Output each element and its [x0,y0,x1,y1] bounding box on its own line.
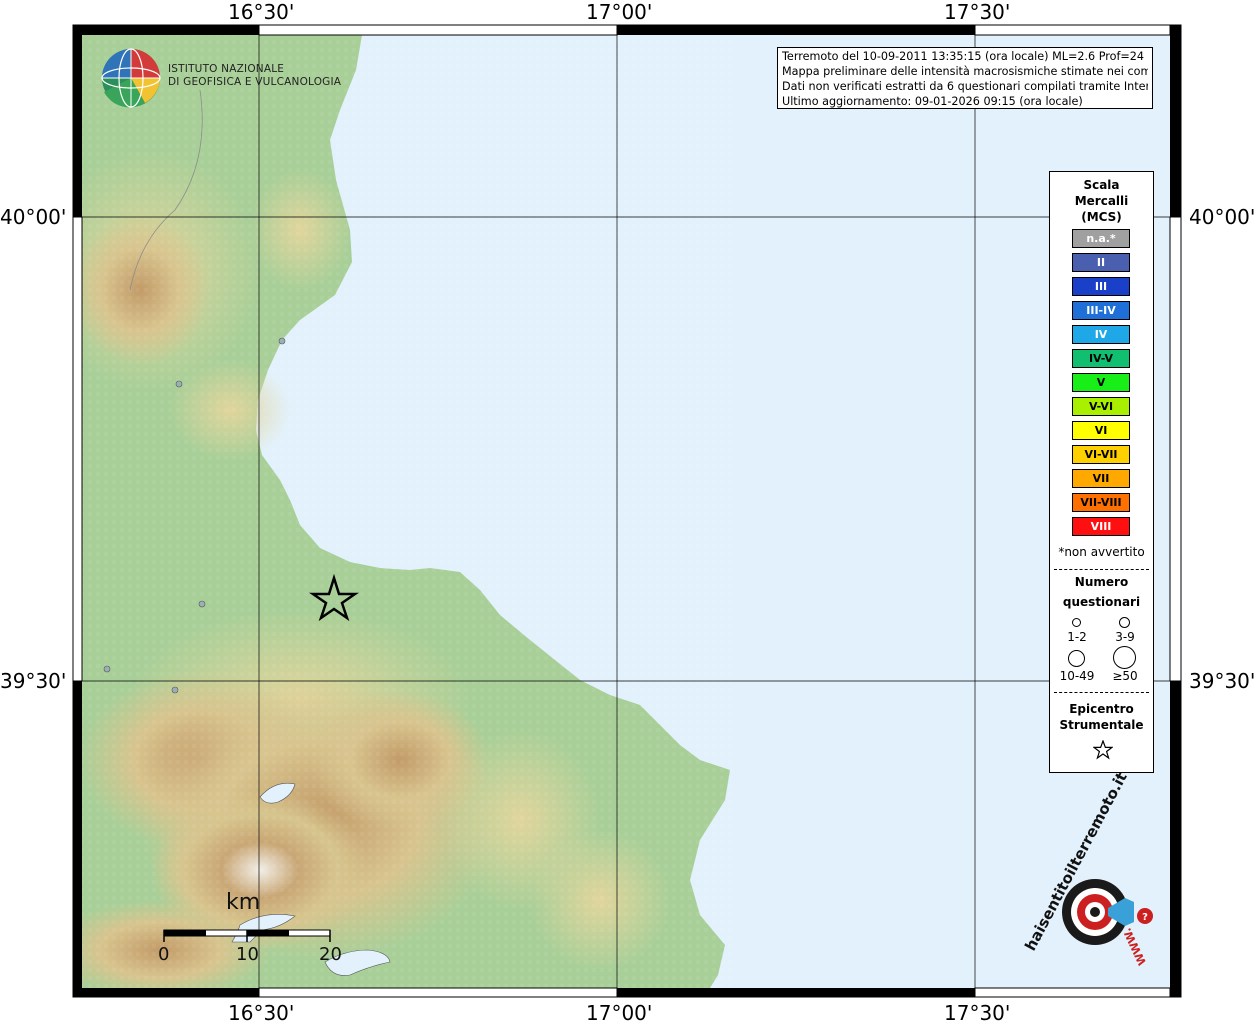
lat-label-left-2: 39°30' [0,669,67,693]
count-circle-1-icon [1072,618,1081,627]
lat-label-right-2: 39°30' [1189,669,1254,693]
legend-divider [1054,569,1149,570]
legend-title: Scala Mercalli (MCS) [1050,177,1153,225]
questionnaires-title-line-2: questionari [1062,595,1141,609]
event-info-line-1: Terremoto del 10-09-2011 13:35:15 (ora l… [782,50,1148,63]
lon-label-bottom-3: 17°30' [944,1001,1011,1025]
lon-label-bottom-1: 16°30' [228,1001,295,1025]
town-marker [171,686,179,694]
lat-label-right-1: 40°00' [1189,205,1254,229]
event-info-line-4: Ultimo aggiornamento: 09-01-2026 09:15 (… [782,95,1083,108]
lon-label-top-1: 16°30' [228,0,295,24]
questionnaires-title-line-1: Numero [1074,575,1129,589]
event-info-line-2: Mappa preliminare delle intensità macros… [782,65,1148,78]
scale-unit: km [226,890,261,915]
mcs-scale-item: IV [1072,325,1130,344]
epicenter-title: Epicentro Strumentale [1050,701,1153,733]
count-label-1: 1-2 [1067,630,1087,644]
mcs-scale-item: VI [1072,421,1130,440]
town-marker [198,600,206,608]
count-label-3: 10-49 [1059,669,1095,683]
epicenter-title-line-1: Epicentro [1069,702,1134,716]
mcs-scale-item: VII [1072,469,1130,488]
town-marker [103,665,111,673]
legend-divider [1054,692,1149,693]
mcs-scale-item: n.a.* [1072,229,1130,248]
scale-tick-20: 20 [319,944,342,965]
questionnaires-title: Numero questionari [1050,574,1153,610]
mcs-scale-item: VIII [1072,517,1130,536]
mcs-scale-item: III-IV [1072,301,1130,320]
lon-label-bottom-2: 17°00' [586,1001,653,1025]
mcs-scale-item: VII-VIII [1072,493,1130,512]
town-marker [175,380,183,388]
mcs-scale-item: III [1072,277,1130,296]
scale-tick-0: 0 [158,944,170,965]
legend-title-line-1: Scala [1083,178,1120,192]
lat-label-left-1: 40°00' [0,205,67,229]
count-label-2: 3-9 [1115,630,1135,644]
ingv-logo-icon [101,48,161,108]
institute-line-1: ISTITUTO NAZIONALE [168,63,285,75]
legend-title-line-2: Mercalli [1074,194,1129,208]
mcs-scale-item: II [1072,253,1130,272]
svg-text:?: ? [1142,912,1148,923]
mcs-legend: Scala Mercalli (MCS) n.a.* II III III-IV IV I… [1049,171,1154,773]
town-marker [278,337,286,345]
mcs-scale-item: IV-V [1072,349,1130,368]
lon-label-top-2: 17°00' [586,0,653,24]
event-info-line-3: Dati non verificati estratti da 6 questi… [782,80,1148,93]
count-label-4: ≥50 [1112,669,1138,683]
scale-tick-10: 10 [236,944,259,965]
count-circle-4-icon [1113,646,1136,669]
legend-note: *non avvertito [1058,545,1145,559]
institute-name: ISTITUTO NAZIONALE DI GEOFISICA E VULCAN… [168,63,341,89]
count-circle-3-icon [1068,650,1085,667]
institute-line-2: DI GEOFISICA E VULCANOLOGIA [168,76,342,88]
mcs-scale-item: V-VI [1072,397,1130,416]
mcs-scale-item: VI-VII [1072,445,1130,464]
epicenter-title-line-2: Strumentale [1059,718,1144,732]
legend-title-line-3: (MCS) [1081,210,1122,224]
mcs-scale-item: V [1072,373,1130,392]
lon-label-top-3: 17°30' [944,0,1011,24]
count-circle-2-icon [1119,617,1130,628]
legend-star-icon [1093,740,1113,760]
event-info-box: Terremoto del 10-09-2011 13:35:15 (ora l… [777,47,1153,109]
